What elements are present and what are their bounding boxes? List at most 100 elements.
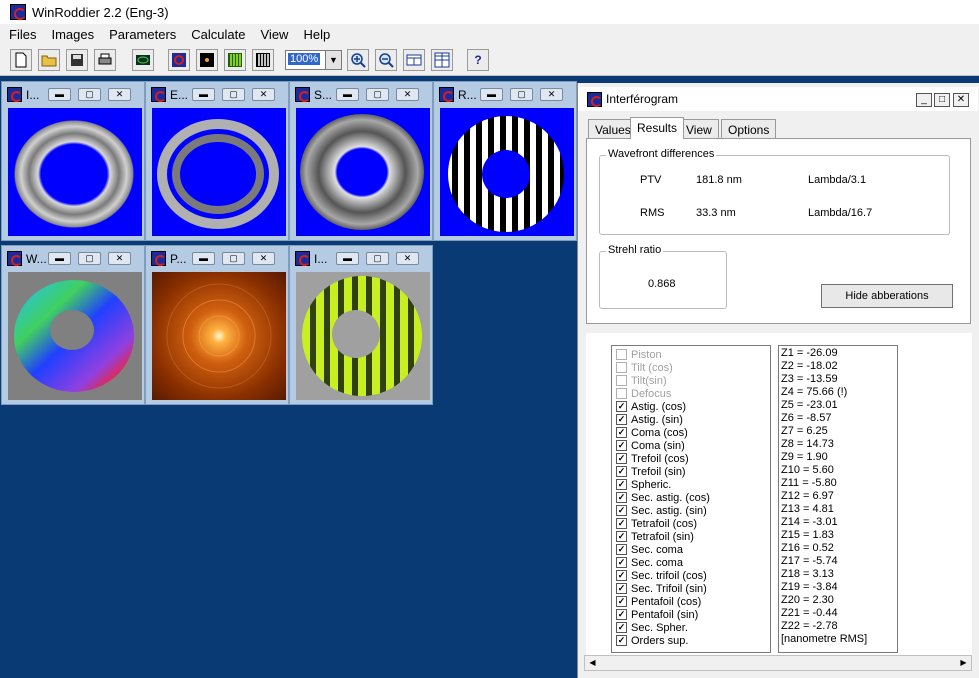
- new-file-button[interactable]: [10, 49, 32, 71]
- print-button[interactable]: [94, 49, 116, 71]
- menu-view[interactable]: View: [255, 27, 295, 42]
- aberration-checkbox-row[interactable]: ✓ Spheric.: [616, 478, 671, 491]
- minimize-button[interactable]: ▬: [336, 252, 359, 265]
- aberration-checkbox-row[interactable]: ✓ Trefoil (sin): [616, 465, 686, 478]
- open-file-button[interactable]: [38, 49, 60, 71]
- checkbox[interactable]: ✓: [616, 557, 627, 568]
- checkbox[interactable]: ✓: [616, 479, 627, 490]
- tool-button-1[interactable]: [168, 49, 190, 71]
- checkbox[interactable]: ✓: [616, 505, 627, 516]
- tab-options[interactable]: Options: [721, 119, 777, 139]
- menu-calculate[interactable]: Calculate: [185, 27, 251, 42]
- horizontal-scrollbar[interactable]: ◀ ▶: [584, 655, 972, 671]
- aberration-checkbox-row[interactable]: ✓ Sec. Trifoil (sin): [616, 582, 707, 595]
- minimize-button[interactable]: ▬: [192, 252, 215, 265]
- minimize-button[interactable]: ▬: [480, 88, 503, 101]
- checkbox[interactable]: ✓: [616, 570, 627, 581]
- hide-aberrations-button[interactable]: Hide abberations: [821, 284, 953, 308]
- checkbox[interactable]: ✓: [616, 401, 627, 412]
- tile-vertical-button[interactable]: [431, 49, 453, 71]
- close-button[interactable]: ✕: [540, 88, 563, 101]
- aberration-checkbox-row[interactable]: ✓ Coma (cos): [616, 426, 688, 439]
- thumb-window-surface[interactable]: S... ▬ ▢ ✕: [289, 81, 433, 241]
- aberration-checkbox-row[interactable]: ✓ Pentafoil (cos): [616, 595, 701, 608]
- aberration-checkbox-row[interactable]: ✓ Pentafoil (sin): [616, 608, 698, 621]
- checkbox[interactable]: ✓: [616, 427, 627, 438]
- aberration-checkbox-row[interactable]: ✓ Trefoil (cos): [616, 452, 689, 465]
- close-button[interactable]: ✕: [108, 88, 131, 101]
- thumb-window-edge[interactable]: E... ▬ ▢ ✕: [145, 81, 289, 241]
- scroll-left-icon[interactable]: ◀: [585, 656, 600, 670]
- ring-image-icon: [157, 119, 279, 229]
- checkbox[interactable]: ✓: [616, 518, 627, 529]
- aberration-checkbox-row[interactable]: ✓ Sec. coma: [616, 543, 683, 556]
- zoom-in-button[interactable]: [347, 49, 369, 71]
- menu-help[interactable]: Help: [297, 27, 336, 42]
- minimize-button[interactable]: ▬: [48, 252, 71, 265]
- minimize-button[interactable]: _: [916, 93, 932, 107]
- menu-parameters[interactable]: Parameters: [103, 27, 182, 42]
- aberration-checkbox-row[interactable]: ✓ Orders sup.: [616, 634, 688, 647]
- tool-button-4[interactable]: [252, 49, 274, 71]
- checkbox[interactable]: ✓: [616, 544, 627, 555]
- checkbox[interactable]: ✓: [616, 609, 627, 620]
- tool-button-2[interactable]: [196, 49, 218, 71]
- interferogram-tool-button[interactable]: [132, 49, 154, 71]
- aberration-checkbox-row[interactable]: ✓ Sec. trifoil (cos): [616, 569, 707, 582]
- help-button[interactable]: ?: [467, 49, 489, 71]
- close-button[interactable]: ✕: [396, 88, 419, 101]
- aberration-label: Sec. astig. (sin): [631, 504, 707, 517]
- maximize-button[interactable]: □: [934, 93, 950, 107]
- checkbox[interactable]: ✓: [616, 622, 627, 633]
- minimize-button[interactable]: ▬: [336, 88, 359, 101]
- aberration-checkbox-row[interactable]: ✓ Tetrafoil (cos): [616, 517, 697, 530]
- menu-files[interactable]: Files: [3, 27, 42, 42]
- aberration-checkbox-row[interactable]: ✓ Tetrafoil (sin): [616, 530, 694, 543]
- aberration-checkbox-row[interactable]: ✓ Astig. (sin): [616, 413, 683, 426]
- checkbox[interactable]: ✓: [616, 596, 627, 607]
- aberration-checkbox-row[interactable]: ✓ Sec. coma: [616, 556, 683, 569]
- tool-button-3[interactable]: [224, 49, 246, 71]
- close-button[interactable]: ✕: [252, 252, 275, 265]
- checkbox[interactable]: ✓: [616, 531, 627, 542]
- checkbox[interactable]: ✓: [616, 583, 627, 594]
- aberration-checkbox-row[interactable]: ✓ Sec. astig. (sin): [616, 504, 707, 517]
- close-button[interactable]: ✕: [108, 252, 131, 265]
- checkbox[interactable]: ✓: [616, 466, 627, 477]
- close-button[interactable]: ✕: [396, 252, 419, 265]
- tile-horizontal-button[interactable]: [403, 49, 425, 71]
- minimize-button[interactable]: ▬: [48, 88, 71, 101]
- aberration-checkbox-row[interactable]: ✓ Astig. (cos): [616, 400, 686, 413]
- checkbox[interactable]: ✓: [616, 635, 627, 646]
- aberration-checkbox-row[interactable]: ✓ Sec. astig. (cos): [616, 491, 710, 504]
- checkbox[interactable]: ✓: [616, 414, 627, 425]
- maximize-button[interactable]: ▢: [222, 252, 245, 265]
- checkbox[interactable]: ✓: [616, 492, 627, 503]
- thumb-window-psf[interactable]: P... ▬ ▢ ✕: [145, 245, 289, 405]
- checkbox[interactable]: ✓: [616, 440, 627, 451]
- close-button[interactable]: ✕: [953, 93, 969, 107]
- save-button[interactable]: [66, 49, 88, 71]
- aberration-checkbox-row[interactable]: ✓ Sec. Spher.: [616, 621, 688, 634]
- maximize-button[interactable]: ▢: [510, 88, 533, 101]
- zoom-select[interactable]: 100% ▼: [285, 50, 342, 70]
- menu-images[interactable]: Images: [45, 27, 100, 42]
- tab-results[interactable]: Results: [630, 117, 685, 139]
- thumb-window-interferogram-synthetic[interactable]: I... ▬ ▢ ✕: [289, 245, 433, 405]
- scroll-right-icon[interactable]: ▶: [956, 656, 971, 670]
- thumb-window-reference[interactable]: R... ▬ ▢ ✕: [433, 81, 577, 241]
- thumb-window-interferogram[interactable]: I... ▬ ▢ ✕: [1, 81, 145, 241]
- maximize-button[interactable]: ▢: [78, 88, 101, 101]
- close-button[interactable]: ✕: [252, 88, 275, 101]
- maximize-button[interactable]: ▢: [366, 252, 389, 265]
- checkbox[interactable]: ✓: [616, 453, 627, 464]
- maximize-button[interactable]: ▢: [366, 88, 389, 101]
- aberration-checkbox-row[interactable]: ✓ Coma (sin): [616, 439, 685, 452]
- maximize-button[interactable]: ▢: [78, 252, 101, 265]
- zoom-out-button[interactable]: [375, 49, 397, 71]
- maximize-button[interactable]: ▢: [222, 88, 245, 101]
- minimize-button[interactable]: ▬: [192, 88, 215, 101]
- chevron-down-icon[interactable]: ▼: [325, 51, 341, 69]
- thumb-window-wavefront[interactable]: W... ▬ ▢ ✕: [1, 245, 145, 405]
- tab-view[interactable]: View: [679, 119, 719, 139]
